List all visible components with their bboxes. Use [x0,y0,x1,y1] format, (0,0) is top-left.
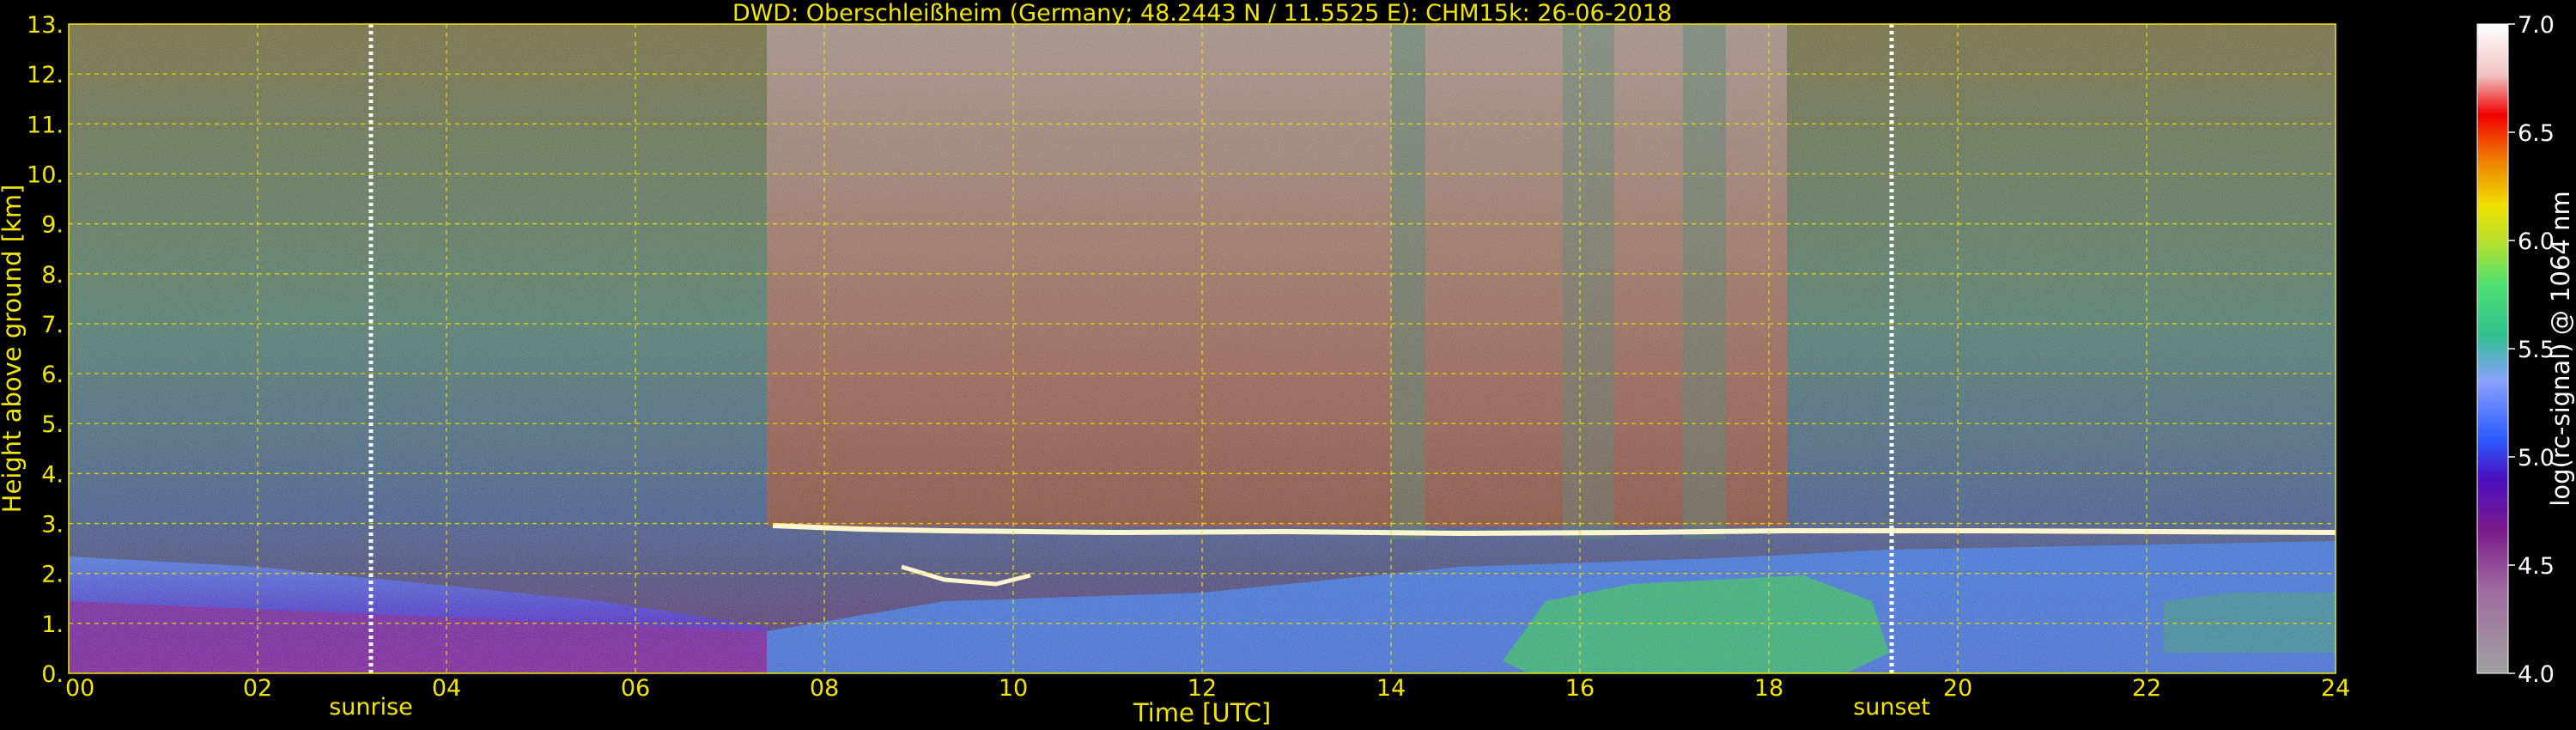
y-tick-label: 11. [27,112,64,138]
chart-title: DWD: Oberschleißheim (Germany; 48.2443 N… [732,0,1672,27]
colorbar-tick-label: 4.5 [2518,553,2555,580]
x-tick-label: 16 [1565,675,1595,702]
x-tick-label: 04 [432,675,461,702]
x-tick-label: 18 [1754,675,1783,702]
y-tick-label: 1. [41,611,64,638]
colorbar-tick-label: 6.5 [2518,120,2555,147]
y-tick-label: 2. [41,562,64,588]
y-tick-labels: 0. 1. 2. 3. 4. 5. 6. 7. 8. 9. 10. 11. 12. 13. [27,12,64,688]
x-tick-label: 00 [65,675,94,702]
y-tick-label: 12. [27,62,64,88]
colorbar-tick-label: 7.0 [2518,12,2555,39]
sun-marker-label: sunset [1853,694,1930,721]
y-tick-label: 10. [27,161,64,188]
x-tick-label: 20 [1943,675,1972,702]
colorbar-gradient [2477,24,2508,673]
x-tick-label: 10 [999,675,1028,702]
y-tick-label: 5. [41,411,64,438]
y-tick-label: 9. [41,212,64,239]
y-tick-label: 8. [41,262,64,289]
y-axis-label: Height above ground [km] [0,185,27,514]
y-tick-label: 0. [41,661,64,688]
colorbar: 4.04.55.05.56.06.57.0 log(rc-signal) @ 1… [2476,12,2575,688]
x-axis-label: Time [UTC] [1133,698,1271,727]
colorbar-label: log(rc-signal) @ 1064 nm [2546,191,2575,506]
x-tick-label: 02 [243,675,272,702]
y-tick-label: 6. [41,362,64,388]
y-tick-label: 3. [41,512,64,538]
x-tick-label: 24 [2321,675,2350,702]
y-tick-label: 13. [27,12,64,39]
ceilometer-chart: DWD: Oberschleißheim (Germany; 48.2443 N… [0,0,2575,727]
x-tick-label: 08 [810,675,839,702]
x-tick-label: 06 [621,675,650,702]
y-tick-label: 7. [41,312,64,338]
y-tick-label: 4. [41,461,64,488]
colorbar-tick-label: 4.0 [2518,661,2555,688]
plot-area: sunrise sunset [68,23,2336,721]
x-tick-label: 22 [2132,675,2161,702]
sun-marker-label: sunrise [329,694,413,721]
x-tick-label: 14 [1376,675,1406,702]
